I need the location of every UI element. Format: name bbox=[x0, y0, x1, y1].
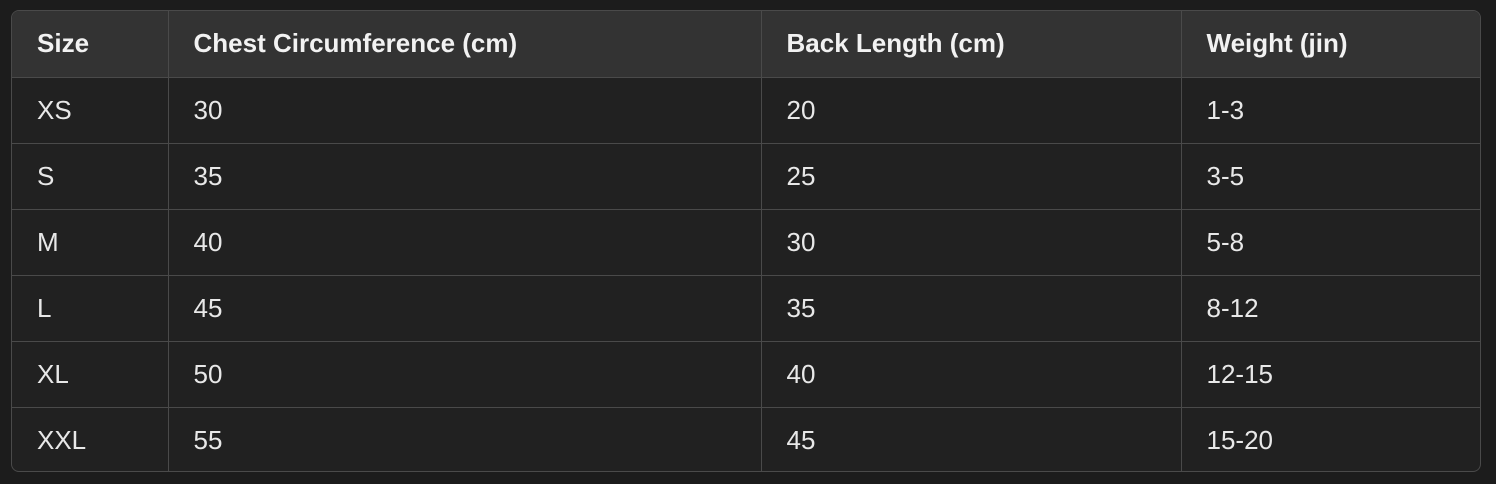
cell-weight: 1-3 bbox=[1181, 77, 1480, 144]
cell-chest: 40 bbox=[168, 209, 762, 276]
cell-size: L bbox=[12, 275, 169, 342]
header-size: Size bbox=[12, 11, 169, 78]
cell-back-length: 40 bbox=[761, 341, 1182, 408]
cell-chest: 45 bbox=[168, 275, 762, 342]
table-row: M 40 30 5-8 bbox=[12, 209, 1480, 276]
table-row: L 45 35 8-12 bbox=[12, 275, 1480, 342]
cell-back-length: 25 bbox=[761, 143, 1182, 210]
cell-back-length: 45 bbox=[761, 407, 1182, 471]
table-body: XS 30 20 1-3 S 35 25 3-5 M 40 30 5-8 L 4… bbox=[12, 77, 1480, 471]
cell-chest: 50 bbox=[168, 341, 762, 408]
cell-back-length: 30 bbox=[761, 209, 1182, 276]
table-row: XXL 55 45 15-20 bbox=[12, 407, 1480, 471]
header-weight: Weight (jin) bbox=[1181, 11, 1480, 78]
cell-weight: 8-12 bbox=[1181, 275, 1480, 342]
table-row: XS 30 20 1-3 bbox=[12, 77, 1480, 144]
header-row: Size Chest Circumference (cm) Back Lengt… bbox=[12, 11, 1480, 78]
cell-weight: 15-20 bbox=[1206, 424, 1274, 455]
cell-chest: 55 bbox=[168, 407, 762, 471]
cell-chest: 30 bbox=[168, 77, 762, 144]
cell-back-length: 20 bbox=[761, 77, 1182, 144]
cell-size: XXL bbox=[12, 407, 169, 471]
size-chart-table: Size Chest Circumference (cm) Back Lengt… bbox=[12, 11, 1480, 471]
cell-back-length: 35 bbox=[761, 275, 1182, 342]
cell-size: XS bbox=[12, 77, 169, 144]
header-chest-circumference: Chest Circumference (cm) bbox=[168, 11, 762, 78]
table-row: S 35 25 3-5 bbox=[12, 143, 1480, 210]
cell-weight: 12-15 bbox=[1181, 341, 1480, 408]
cell-size: M bbox=[12, 209, 169, 276]
cell-size: XL bbox=[12, 341, 169, 408]
cell-weight: 5-8 bbox=[1181, 209, 1480, 276]
cell-chest: 35 bbox=[168, 143, 762, 210]
cell-size: S bbox=[12, 143, 169, 210]
table-header: Size Chest Circumference (cm) Back Lengt… bbox=[12, 11, 1480, 78]
cell-weight: 3-5 bbox=[1181, 143, 1480, 210]
size-chart-table-container: Size Chest Circumference (cm) Back Lengt… bbox=[11, 10, 1481, 472]
table-row: XL 50 40 12-15 bbox=[12, 341, 1480, 408]
header-back-length: Back Length (cm) bbox=[761, 11, 1182, 78]
